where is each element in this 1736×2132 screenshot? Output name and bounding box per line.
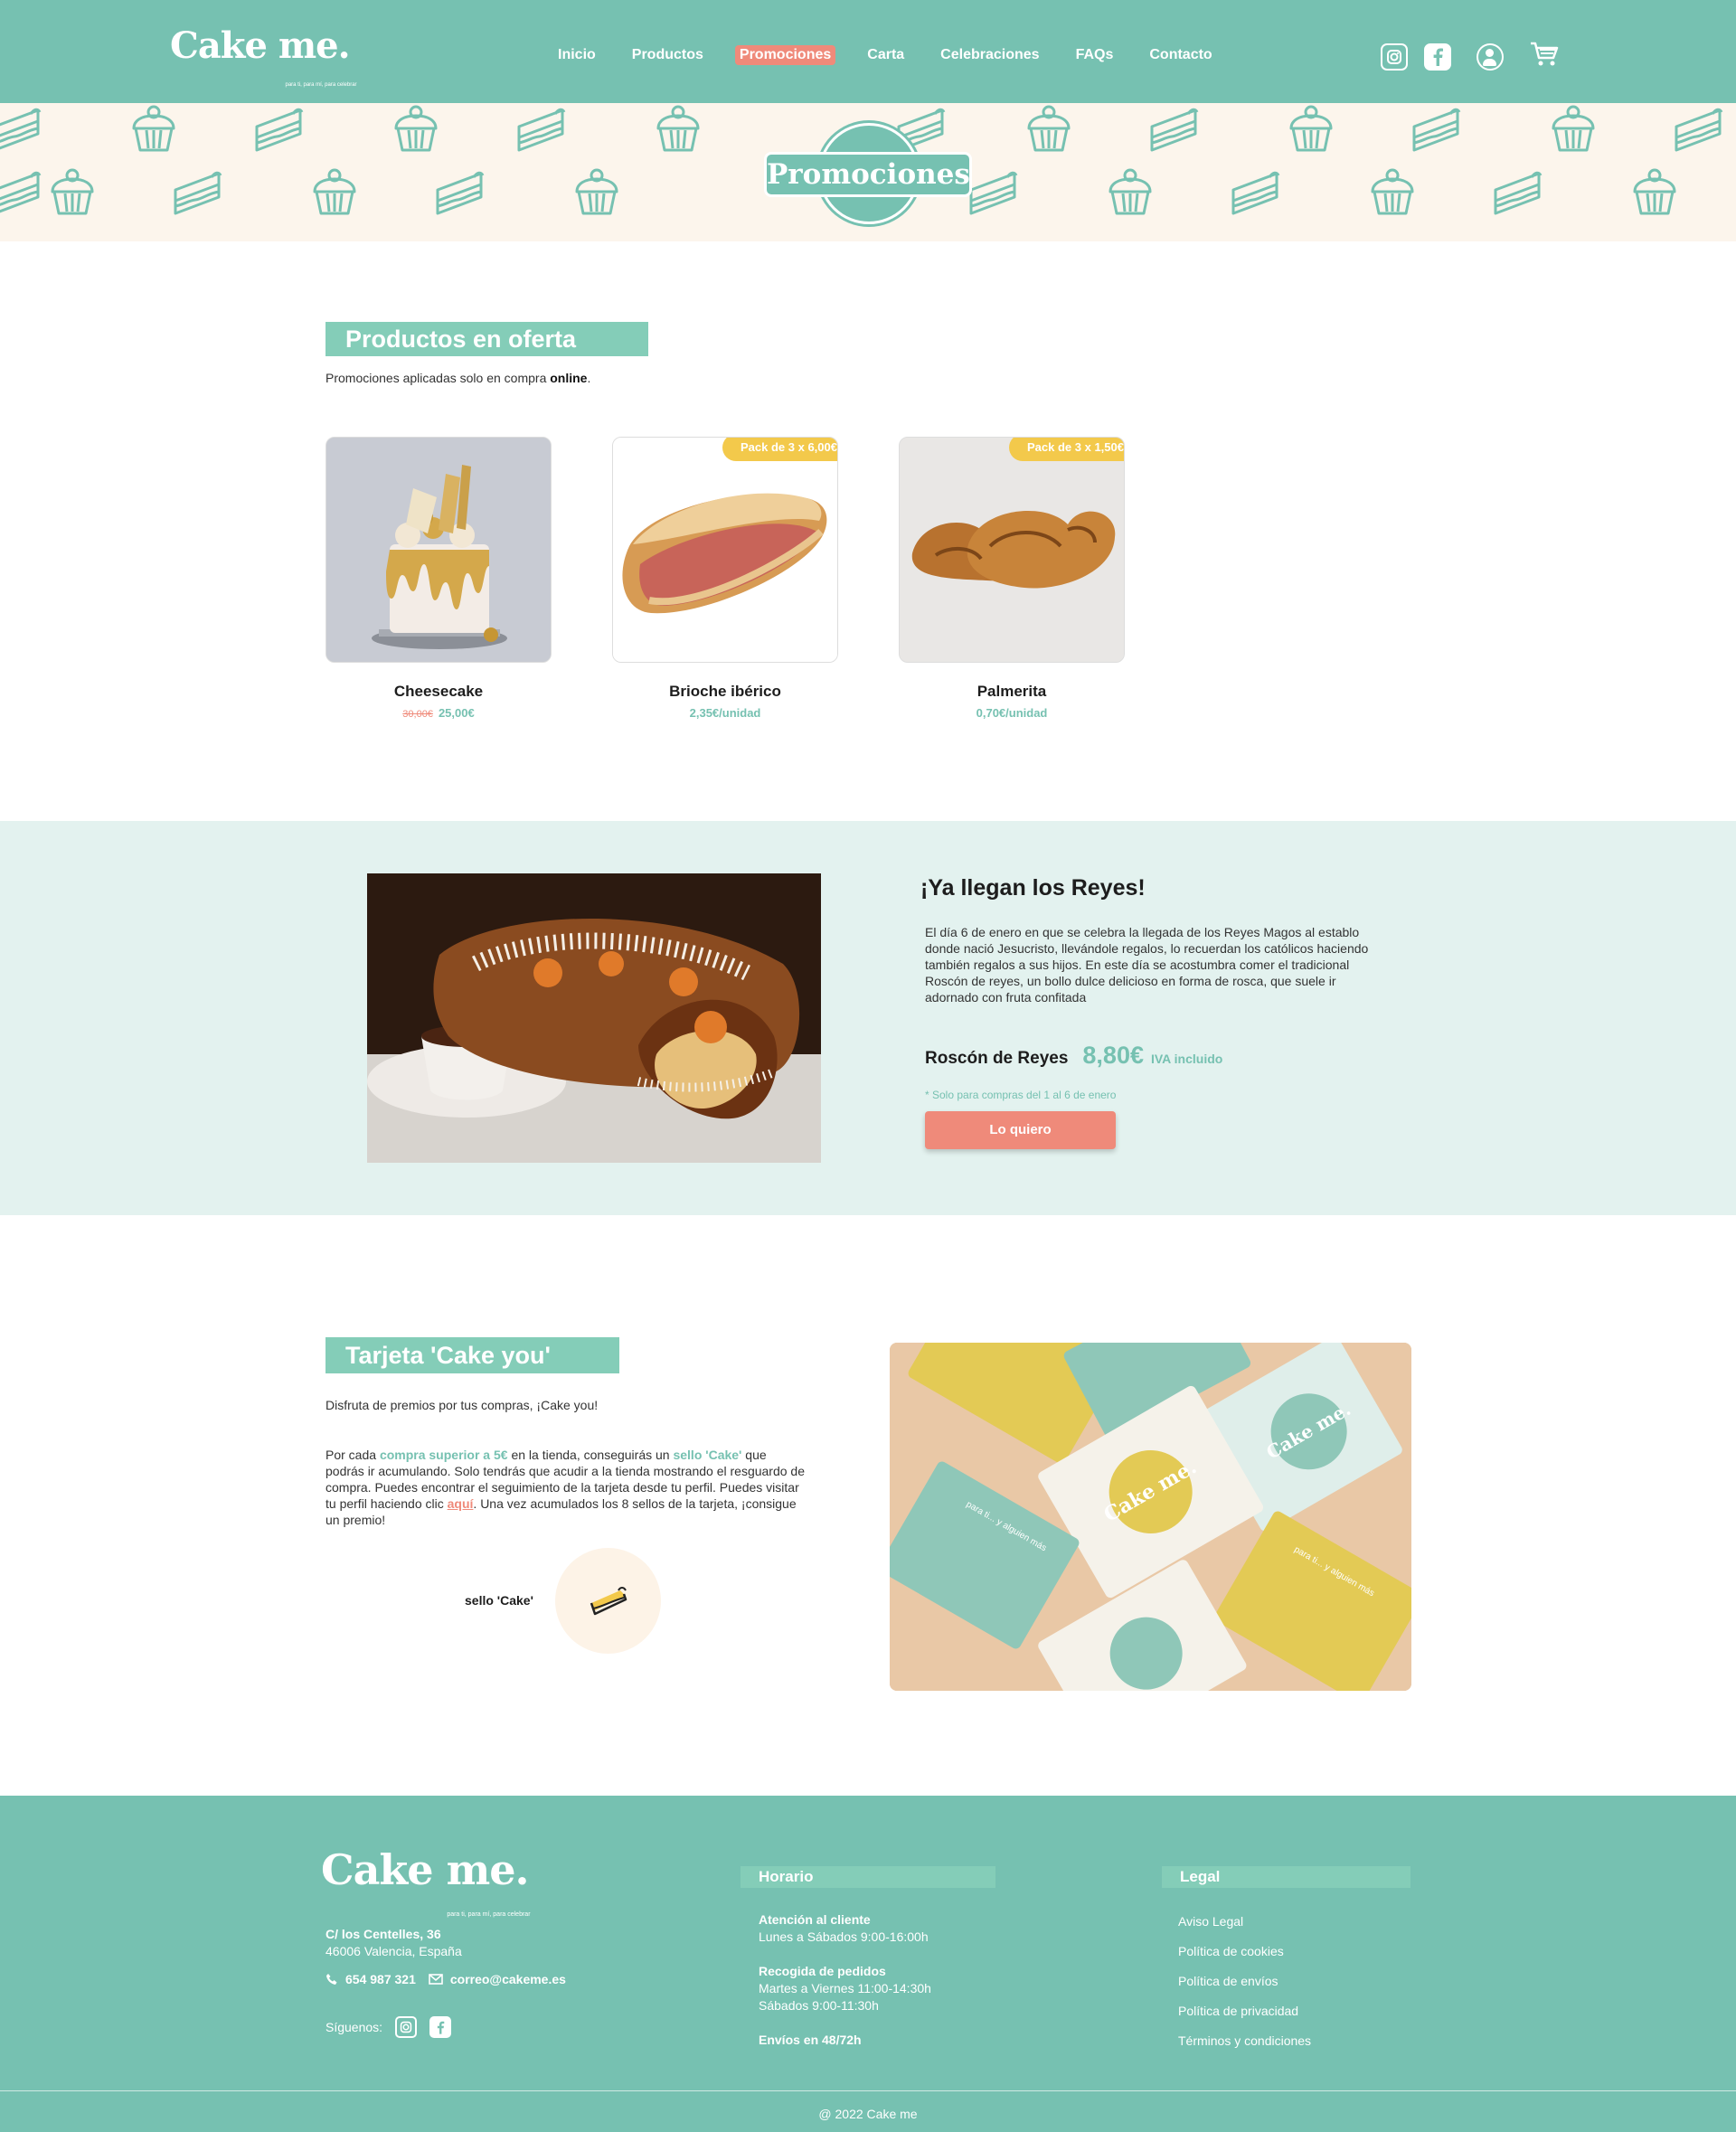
subtitle-text: Promociones aplicadas solo en compra: [326, 371, 551, 385]
nav-inicio[interactable]: Inicio: [553, 45, 600, 65]
reyes-section: ¡Ya llegan los Reyes! El día 6 de enero …: [0, 821, 1736, 1215]
address-city: 46006 Valencia, España: [326, 1944, 462, 1958]
offers-title: Productos en oferta: [326, 322, 648, 356]
footer-divider: [0, 2090, 1736, 2091]
aviso-legal-link[interactable]: Aviso Legal: [1178, 1907, 1311, 1937]
nav-productos[interactable]: Productos: [627, 45, 708, 65]
roscon-price: 8,80€: [1082, 1042, 1144, 1069]
email-link[interactable]: correo@cakeme.es: [429, 1972, 566, 1986]
address-street: C/ los Centelles, 36: [326, 1927, 441, 1941]
reyes-title: ¡Ya llegan los Reyes!: [920, 875, 1146, 901]
mail-icon: [429, 1974, 443, 1985]
product-name: Palmerita: [976, 683, 1047, 700]
legal-links: Aviso Legal Política de cookies Política…: [1178, 1907, 1311, 2056]
highlight-sello: sello 'Cake': [673, 1448, 742, 1462]
phone-icon: [326, 1974, 337, 1985]
horario-title: Horario: [741, 1866, 995, 1888]
roscon-image: [367, 873, 821, 1163]
product-card-brioche[interactable]: Pack de 3 x 6,00€ Brioche ibérico 2,35€/…: [612, 437, 838, 720]
product-price: 0,70€/unidad: [976, 706, 1048, 720]
atencion-hours: Lunes a Sábados 9:00-16:00h: [759, 1929, 929, 1944]
footer-address: C/ los Centelles, 36 46006 Valencia, Esp…: [326, 1926, 462, 1960]
user-icon[interactable]: [1477, 42, 1504, 71]
cheesecake-image[interactable]: [326, 437, 552, 663]
recogida-weekday: Martes a Viernes 11:00-14:30h: [759, 1981, 931, 1995]
envios-link[interactable]: Política de envíos: [1178, 1967, 1311, 1996]
nav-faqs[interactable]: FAQs: [1071, 45, 1118, 65]
logo-tagline: para ti, para mí, para celebrar: [285, 82, 357, 88]
cake-you-cards-image: Cake me. Cake me. para ti... y alguien m…: [890, 1343, 1411, 1691]
cart-icon[interactable]: [1529, 40, 1560, 73]
sello-cake-icon: [555, 1548, 661, 1654]
envios-info: Envíos en 48/72h: [759, 2033, 862, 2047]
email-address: correo@cakeme.es: [449, 1972, 566, 1986]
product-name: Cheesecake: [393, 683, 484, 700]
text-part: en la tienda, conseguirás un: [507, 1448, 674, 1462]
tarjeta-intro: Disfruta de premios por tus compras, ¡Ca…: [326, 1398, 599, 1412]
follow-label: Síguenos:: [326, 2020, 383, 2034]
instagram-icon[interactable]: [1381, 42, 1408, 71]
old-price: 30,00€: [402, 709, 433, 720]
main-nav: Inicio Productos Promociones Carta Celeb…: [553, 45, 1217, 65]
brioche-image[interactable]: Pack de 3 x 6,00€: [612, 437, 838, 663]
footer-logo[interactable]: Cake me. para ti, para mí, para celebrar: [321, 1845, 531, 1918]
page-title: Promociones: [764, 152, 972, 197]
highlight-purchase: compra superior a 5€: [379, 1448, 508, 1462]
roscon-price-row: Roscón de Reyes 8,80€ IVA incluido: [925, 1042, 1222, 1070]
phone-link[interactable]: 654 987 321: [326, 1972, 416, 1986]
new-price: 25,00€: [438, 706, 475, 720]
site-footer: Cake me. para ti, para mí, para celebrar…: [0, 1796, 1736, 2132]
atencion-title: Atención al cliente: [759, 1912, 871, 1927]
nav-carta[interactable]: Carta: [863, 45, 909, 65]
logo[interactable]: Cake me. para ti, para mí, para celebrar: [170, 24, 357, 89]
palmerita-image[interactable]: Pack de 3 x 1,50€: [899, 437, 1125, 663]
subtitle-end: .: [587, 371, 591, 385]
nav-celebraciones[interactable]: Celebraciones: [936, 45, 1043, 65]
product-price: 30,00€ 25,00€: [326, 706, 552, 720]
terminos-link[interactable]: Términos y condiciones: [1178, 2026, 1311, 2056]
iva-label: IVA incluido: [1150, 1052, 1223, 1066]
roscon-name: Roscón de Reyes: [925, 1049, 1069, 1068]
nav-promociones[interactable]: Promociones: [734, 45, 836, 65]
facebook-icon[interactable]: [1424, 42, 1451, 71]
privacidad-link[interactable]: Política de privacidad: [1178, 1996, 1311, 2026]
reyes-description: El día 6 de enero en que se celebra la l…: [925, 925, 1369, 1005]
footer-logo-text: Cake me.: [321, 1845, 530, 1894]
tarjeta-title: Tarjeta 'Cake you': [326, 1337, 619, 1373]
tarjeta-description: Por cada compra superior a 5€ en la tien…: [326, 1447, 805, 1528]
phone-number: 654 987 321: [345, 1972, 416, 1986]
product-name: Brioche ibérico: [669, 683, 781, 700]
site-header: Cake me. para ti, para mí, para celebrar…: [0, 0, 1736, 103]
page-banner: Promociones: [0, 103, 1736, 241]
recogida-saturday: Sábados 9:00-11:30h: [759, 1998, 879, 2013]
sello-label: sello 'Cake': [465, 1593, 533, 1608]
nav-contacto[interactable]: Contacto: [1145, 45, 1216, 65]
product-card-palmerita[interactable]: Pack de 3 x 1,50€ Palmerita 0,70€/unidad: [899, 437, 1125, 720]
pack-badge: Pack de 3 x 1,50€: [1009, 438, 1124, 461]
footer-social: Síguenos:: [326, 2016, 452, 2038]
profile-link[interactable]: aquí: [448, 1496, 474, 1511]
logo-text: Cake me.: [170, 24, 351, 67]
facebook-icon[interactable]: [429, 2016, 452, 2038]
subtitle-bold: online: [550, 371, 588, 385]
copyright: @ 2022 Cake me: [818, 2107, 918, 2121]
legal-title: Legal: [1162, 1866, 1410, 1888]
product-card-cheesecake[interactable]: Cheesecake 30,00€ 25,00€: [326, 437, 552, 720]
cookies-link[interactable]: Política de cookies: [1178, 1937, 1311, 1967]
instagram-icon[interactable]: [395, 2016, 418, 2038]
header-icons: [1381, 40, 1560, 73]
offers-subtitle: Promociones aplicadas solo en compra onl…: [326, 371, 590, 385]
banner-badge: Promociones: [764, 123, 972, 224]
lo-quiero-button[interactable]: Lo quiero: [925, 1111, 1116, 1149]
footer-contact: 654 987 321 correo@cakeme.es: [326, 1972, 566, 1986]
horario-info: Atención al cliente Lunes a Sábados 9:00-…: [759, 1911, 931, 2066]
recogida-title: Recogida de pedidos: [759, 1964, 886, 1978]
product-price: 2,35€/unidad: [689, 706, 761, 720]
text-part: Por cada: [326, 1448, 380, 1462]
roscon-note: * Solo para compras del 1 al 6 de enero: [925, 1089, 1117, 1101]
pack-badge: Pack de 3 x 6,00€: [722, 438, 837, 461]
